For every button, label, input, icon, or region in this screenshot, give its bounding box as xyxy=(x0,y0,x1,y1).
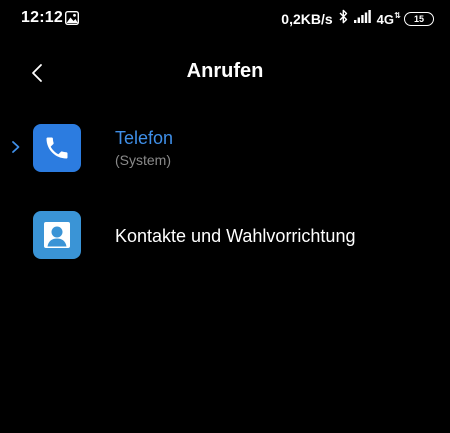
list-item-kontakte[interactable]: Kontakte und Wahlvorrichtung xyxy=(0,195,450,275)
network-type-label: 4G xyxy=(376,11,394,27)
status-indicators: 0,2KB/s 4G ⇅ 15 xyxy=(281,9,434,29)
phone-icon xyxy=(33,124,81,172)
gallery-notification-icon xyxy=(64,10,80,26)
network-speed: 0,2KB/s xyxy=(281,11,333,27)
battery-icon: 15 xyxy=(404,12,434,26)
battery-level: 15 xyxy=(413,14,424,24)
item-title: Telefon xyxy=(115,128,174,148)
status-time: 12:12 xyxy=(21,9,63,26)
network-type: 4G ⇅ xyxy=(376,10,401,27)
contacts-icon xyxy=(33,211,81,259)
list-item-telefon[interactable]: Telefon (System) xyxy=(0,108,450,188)
bluetooth-icon xyxy=(339,9,348,29)
item-title: Kontakte und Wahlvorrichtung xyxy=(115,226,356,246)
status-bar: 12:12 0,2KB/s 4G ⇅ 15 xyxy=(0,0,450,38)
page-title: Anrufen xyxy=(186,60,264,82)
data-activity-icon: ⇅ xyxy=(394,10,401,20)
signal-strength-icon xyxy=(353,10,371,28)
selected-chevron-icon xyxy=(11,140,21,154)
item-subtitle: (System) xyxy=(115,152,171,168)
